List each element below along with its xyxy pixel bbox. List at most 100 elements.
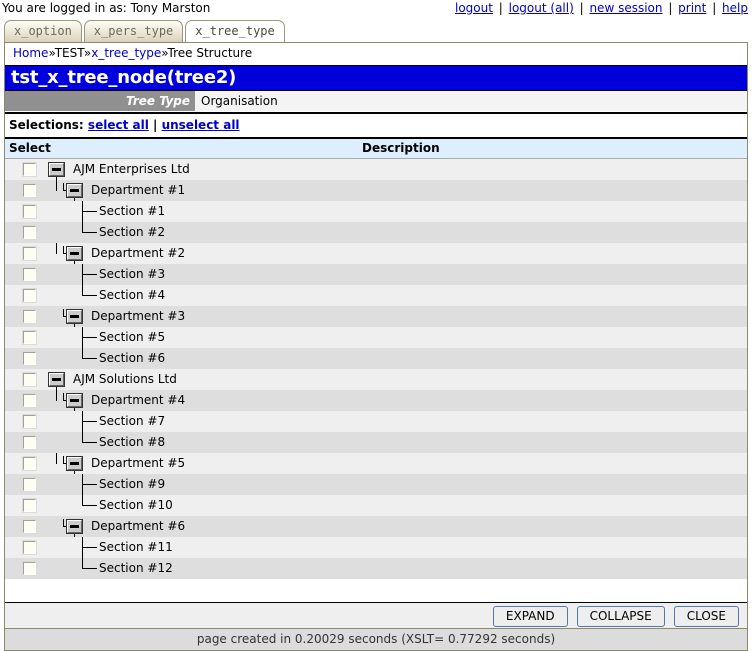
row-select-checkbox[interactable] bbox=[23, 541, 36, 554]
tree-row[interactable]: Section #3 bbox=[5, 264, 747, 285]
tree-row[interactable]: Section #5 bbox=[5, 327, 747, 348]
collapse-toggle-icon[interactable] bbox=[67, 394, 82, 407]
tab-x_option[interactable]: x_option bbox=[4, 20, 82, 42]
tree-row[interactable]: Department #4 bbox=[5, 390, 747, 411]
select-all-link[interactable]: select all bbox=[88, 118, 149, 132]
tree-node-label: Section #9 bbox=[99, 474, 165, 495]
row-select-checkbox[interactable] bbox=[23, 184, 36, 197]
row-select-checkbox[interactable] bbox=[23, 268, 36, 281]
top-link-new-session[interactable]: new session bbox=[589, 1, 662, 15]
row-select-checkbox[interactable] bbox=[23, 478, 36, 491]
column-header-select: Select bbox=[9, 139, 51, 158]
tree-connector-horizontal bbox=[82, 274, 97, 275]
tree-row[interactable]: AJM Solutions Ltd bbox=[5, 369, 747, 390]
row-select-checkbox[interactable] bbox=[23, 205, 36, 218]
tree-row[interactable]: Section #11 bbox=[5, 537, 747, 558]
tree-row[interactable]: Section #6 bbox=[5, 348, 747, 369]
tree-connector-horizontal bbox=[82, 568, 97, 569]
tree-row[interactable]: Section #10 bbox=[5, 495, 747, 516]
tree-connector-vertical bbox=[56, 180, 57, 191]
tree-node-label: Section #8 bbox=[99, 432, 165, 453]
tree-row[interactable]: Department #1 bbox=[5, 180, 747, 201]
tree-connector-horizontal bbox=[82, 484, 97, 485]
tree-connector-horizontal bbox=[82, 505, 97, 506]
tree-row[interactable]: Section #1 bbox=[5, 201, 747, 222]
row-select-checkbox[interactable] bbox=[23, 394, 36, 407]
tree-row[interactable]: AJM Enterprises Ltd bbox=[5, 159, 747, 180]
tree-list: AJM Enterprises LtdDepartment #1Section … bbox=[5, 159, 747, 579]
tree-row[interactable]: Department #3 bbox=[5, 306, 747, 327]
page-footer: page created in 0.20029 seconds (XSLT= 0… bbox=[5, 628, 747, 650]
tree-node-label: Section #6 bbox=[99, 348, 165, 369]
collapse-toggle-icon[interactable] bbox=[67, 457, 82, 470]
tree-node-label: Section #3 bbox=[99, 264, 165, 285]
tree-node-label: AJM Enterprises Ltd bbox=[73, 159, 190, 180]
tree-node-label: Section #11 bbox=[99, 537, 173, 558]
row-select-checkbox[interactable] bbox=[23, 310, 36, 323]
collapse-toggle-icon[interactable] bbox=[49, 163, 64, 176]
row-select-checkbox[interactable] bbox=[23, 226, 36, 239]
tree-row[interactable]: Section #2 bbox=[5, 222, 747, 243]
row-select-checkbox[interactable] bbox=[23, 247, 36, 260]
tab-x_tree_type[interactable]: x_tree_type bbox=[185, 20, 284, 42]
top-link-help[interactable]: help bbox=[722, 1, 748, 15]
tree-row[interactable]: Section #12 bbox=[5, 558, 747, 579]
collapse-toggle-icon[interactable] bbox=[67, 247, 82, 260]
tree-connector-vertical bbox=[56, 243, 57, 254]
tab-strip: x_optionx_pers_type x_tree_type bbox=[0, 17, 752, 42]
expand-button[interactable]: EXPAND bbox=[493, 606, 568, 627]
column-header-row: Select Description bbox=[5, 139, 747, 159]
row-select-checkbox[interactable] bbox=[23, 436, 36, 449]
tree-node-label: Department #3 bbox=[91, 306, 185, 327]
top-link-logout[interactable]: logout bbox=[455, 1, 493, 15]
row-select-checkbox[interactable] bbox=[23, 520, 36, 533]
row-select-checkbox[interactable] bbox=[23, 499, 36, 512]
close-button[interactable]: CLOSE bbox=[674, 606, 739, 627]
tree-row[interactable]: Section #9 bbox=[5, 474, 747, 495]
tree-row[interactable]: Department #5 bbox=[5, 453, 747, 474]
breadcrumb-item-home[interactable]: Home bbox=[13, 46, 48, 60]
collapse-toggle-icon[interactable] bbox=[67, 520, 82, 533]
collapse-toggle-icon[interactable] bbox=[49, 373, 64, 386]
tree-connector-horizontal bbox=[82, 547, 97, 548]
tree-node-label: Department #1 bbox=[91, 180, 185, 201]
tree-row[interactable]: Section #8 bbox=[5, 432, 747, 453]
collapse-toggle-icon[interactable] bbox=[67, 184, 82, 197]
top-link-logout-all[interactable]: logout (all) bbox=[509, 1, 574, 15]
tree-node-label: Department #4 bbox=[91, 390, 185, 411]
row-select-checkbox[interactable] bbox=[23, 331, 36, 344]
breadcrumb-item-x_tree_type[interactable]: x_tree_type bbox=[91, 46, 161, 60]
tree-node-label: Section #7 bbox=[99, 411, 165, 432]
selections-prefix: Selections: bbox=[9, 118, 84, 132]
selections-separator: | bbox=[153, 118, 157, 132]
tree-row[interactable]: Section #4 bbox=[5, 285, 747, 306]
collapse-toggle-icon[interactable] bbox=[67, 310, 82, 323]
row-select-checkbox[interactable] bbox=[23, 163, 36, 176]
tree-node-label: Department #5 bbox=[91, 453, 185, 474]
breadcrumb: Home»TEST»x_tree_type»Tree Structure bbox=[5, 43, 747, 65]
tree-type-field-row: Tree Type Organisation bbox=[5, 91, 747, 112]
top-link-print[interactable]: print bbox=[678, 1, 706, 15]
tab-label: x_tree_type bbox=[195, 24, 274, 38]
tree-node-label: Section #5 bbox=[99, 327, 165, 348]
tree-connector-horizontal bbox=[82, 442, 97, 443]
tree-node-label: Department #2 bbox=[91, 243, 185, 264]
row-select-checkbox[interactable] bbox=[23, 352, 36, 365]
row-select-checkbox[interactable] bbox=[23, 373, 36, 386]
row-select-checkbox[interactable] bbox=[23, 289, 36, 302]
row-select-checkbox[interactable] bbox=[23, 457, 36, 470]
row-select-checkbox[interactable] bbox=[23, 562, 36, 575]
tree-node-label: Section #2 bbox=[99, 222, 165, 243]
tree-connector-vertical bbox=[56, 390, 57, 401]
breadcrumb-item-test: TEST bbox=[55, 46, 84, 60]
tree-row[interactable]: Department #6 bbox=[5, 516, 747, 537]
row-select-checkbox[interactable] bbox=[23, 415, 36, 428]
tree-row[interactable]: Section #7 bbox=[5, 411, 747, 432]
tab-x_pers_type[interactable]: x_pers_type bbox=[84, 20, 183, 42]
tree-connector-horizontal bbox=[82, 421, 97, 422]
collapse-button[interactable]: COLLAPSE bbox=[577, 606, 665, 627]
unselect-all-link[interactable]: unselect all bbox=[162, 118, 240, 132]
button-label: CLOSE bbox=[687, 609, 726, 623]
logged-in-text: You are logged in as: Tony Marston bbox=[2, 1, 210, 15]
tree-row[interactable]: Department #2 bbox=[5, 243, 747, 264]
